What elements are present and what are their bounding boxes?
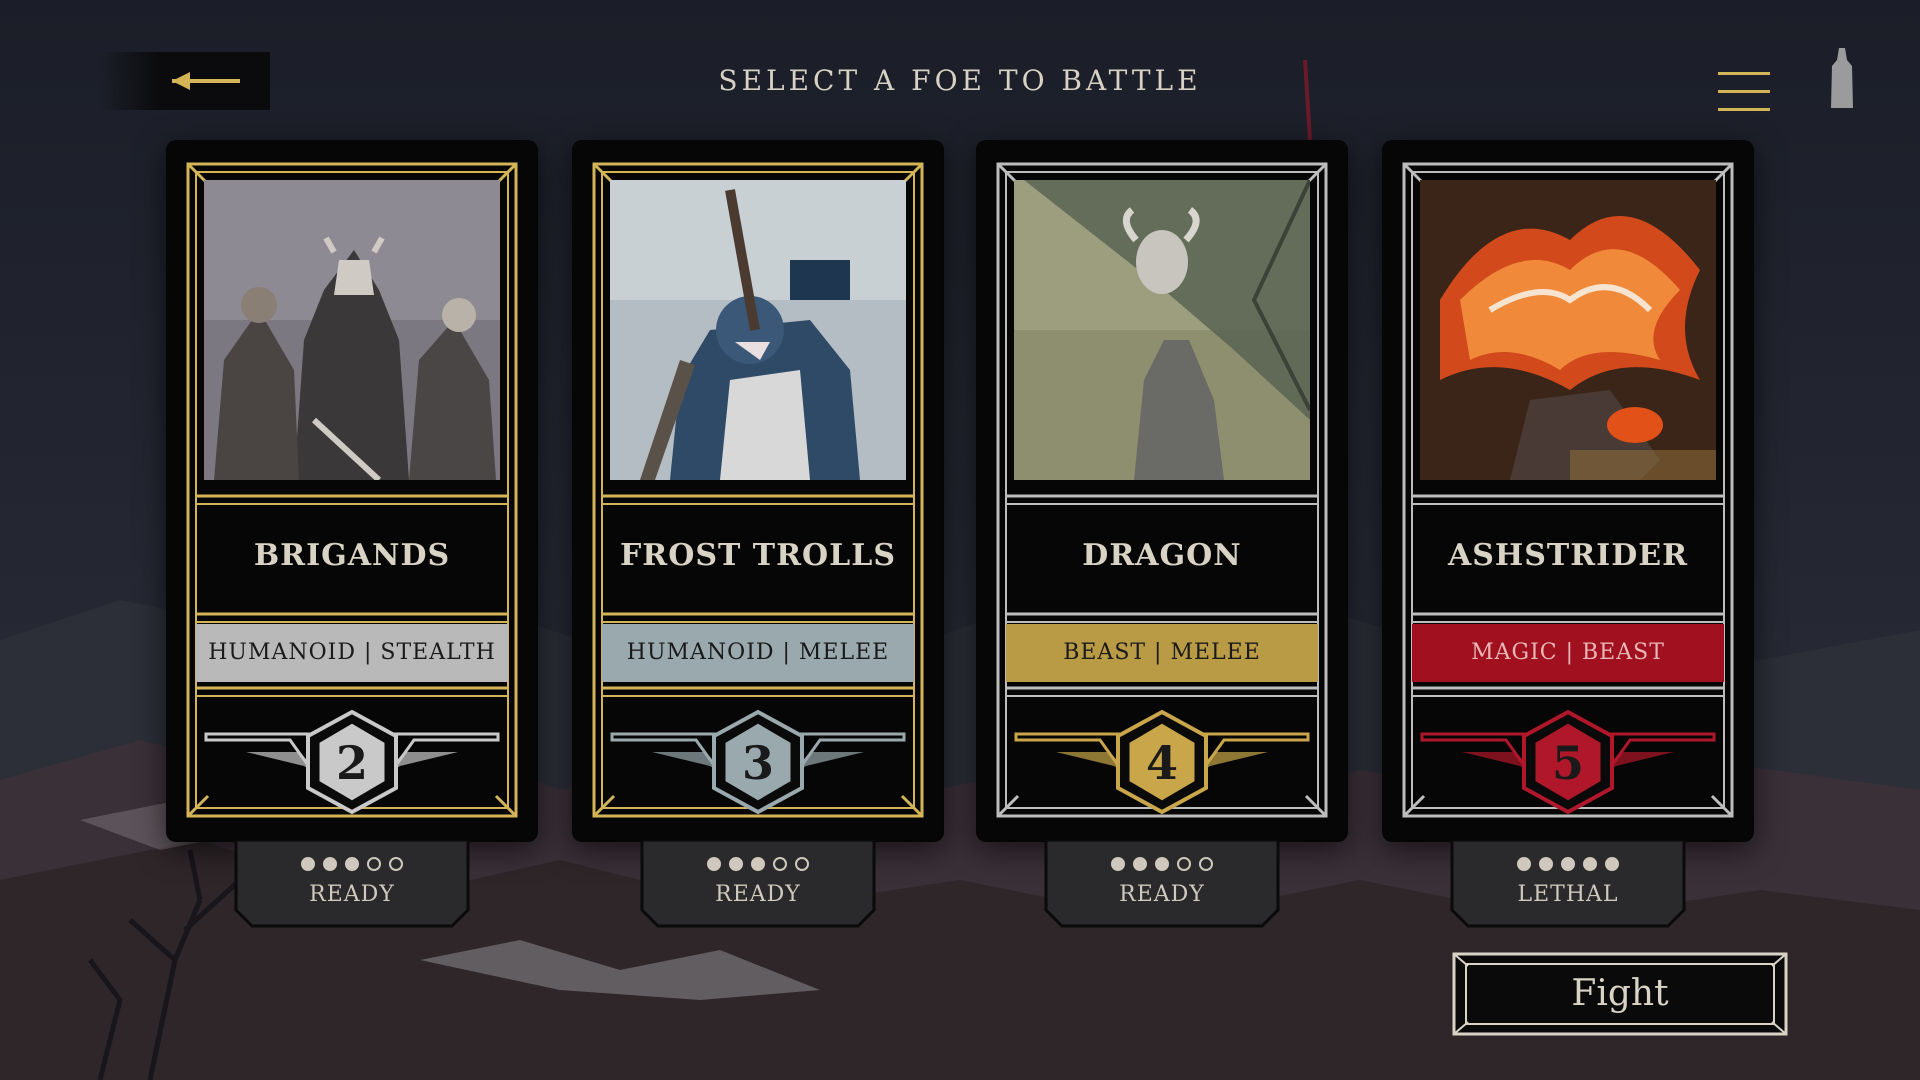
danger-dot [1605, 857, 1619, 871]
foe-status: READY [1119, 882, 1205, 907]
danger-dot [1561, 857, 1575, 871]
foe-card-ashstrider[interactable]: ASHSTRIDER MAGIC | BEAST 5 [1382, 140, 1754, 842]
danger-dot [707, 857, 721, 871]
danger-dot [1111, 857, 1125, 871]
brigands-portrait [204, 180, 500, 480]
foe-level: 2 [335, 736, 368, 790]
danger-dot [1517, 857, 1531, 871]
foe-tags: MAGIC | BEAST [1412, 624, 1724, 682]
foe-status-tab: READY [640, 840, 876, 928]
foe-card-brigands[interactable]: BRIGANDS HUMANOID | STEALTH 2 [166, 140, 538, 842]
foe-status-tab: READY [234, 840, 470, 928]
danger-dot [729, 857, 743, 871]
foe-level: 5 [1551, 736, 1584, 790]
danger-dot [1539, 857, 1553, 871]
danger-dot [1133, 857, 1147, 871]
foe-tags: HUMANOID | MELEE [602, 624, 914, 682]
fight-button[interactable]: Fight [1452, 952, 1788, 1036]
foe-portrait [610, 180, 906, 480]
danger-dot [1199, 857, 1213, 871]
danger-dot [1583, 857, 1597, 871]
foe-card-frost-trolls[interactable]: FROST TROLLS HUMANOID | MELEE 3 [572, 140, 944, 842]
danger-dot [301, 857, 315, 871]
foe-name: FROST TROLLS [619, 538, 897, 573]
danger-rating [1044, 856, 1280, 874]
foe-tags: BEAST | MELEE [1006, 624, 1318, 682]
danger-dot [323, 857, 337, 871]
danger-dot [751, 857, 765, 871]
danger-dot [389, 857, 403, 871]
foe-name: DRAGON [1082, 538, 1242, 573]
dragon-portrait [1014, 180, 1310, 480]
danger-dot [1177, 857, 1191, 871]
frost-trolls-portrait [610, 180, 906, 480]
danger-dot [1155, 857, 1169, 871]
foe-status: LETHAL [1517, 882, 1619, 907]
hamburger-menu-icon [1718, 72, 1770, 75]
foe-name: BRIGANDS [253, 538, 451, 573]
foe-tags: HUMANOID | STEALTH [196, 624, 508, 682]
fight-button-label: Fight [1571, 973, 1669, 1014]
foe-level: 4 [1145, 736, 1178, 790]
danger-dot [795, 857, 809, 871]
danger-dot [367, 857, 381, 871]
page-title: SELECT A FOE TO BATTLE [718, 64, 1202, 97]
foe-card-dragon[interactable]: DRAGON BEAST | MELEE 4 [976, 140, 1348, 842]
danger-rating [1450, 856, 1686, 874]
foe-portrait [204, 180, 500, 480]
foe-status: READY [715, 882, 801, 907]
menu-button[interactable] [1718, 70, 1770, 114]
danger-rating [640, 856, 876, 874]
ashstrider-portrait [1420, 180, 1716, 480]
foe-portrait [1014, 180, 1310, 480]
foe-status-tab: READY [1044, 840, 1280, 928]
foe-level: 3 [741, 736, 774, 790]
foe-status-tab: LETHAL [1450, 840, 1686, 928]
tower-icon[interactable] [1825, 46, 1859, 108]
danger-rating [234, 856, 470, 874]
foe-status: READY [309, 882, 395, 907]
danger-dot [773, 857, 787, 871]
foe-name: ASHSTRIDER [1447, 538, 1689, 573]
danger-dot [345, 857, 359, 871]
foe-portrait [1420, 180, 1716, 480]
